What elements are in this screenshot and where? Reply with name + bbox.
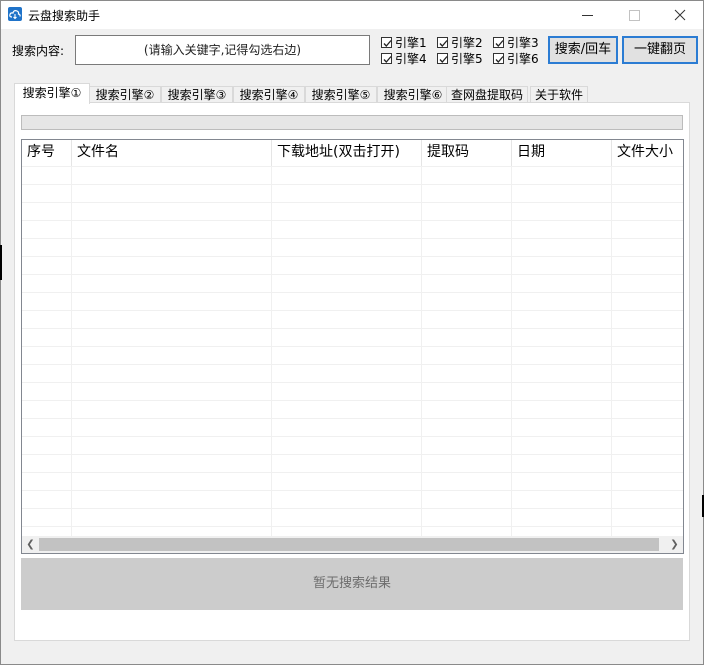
- title-bar[interactable]: 云盘搜索助手: [1, 1, 703, 29]
- engine-checkbox-5[interactable]: 引擎5: [437, 52, 489, 67]
- engine-checkbox-label: 引擎1: [395, 36, 427, 50]
- grid-row-line: [22, 256, 683, 257]
- grid-row-line: [22, 238, 683, 239]
- column-header[interactable]: 提取码: [422, 140, 512, 166]
- tab-6[interactable]: 搜索引擎⑥: [377, 86, 449, 103]
- checkbox-icon[interactable]: [381, 53, 392, 64]
- cloud-drive-icon: [8, 7, 22, 21]
- column-header[interactable]: 序号: [22, 140, 72, 166]
- engine-checkbox-label: 引擎6: [507, 52, 539, 66]
- grid-row-line: [22, 418, 683, 419]
- grid-row-line: [22, 472, 683, 473]
- grid-row-line: [22, 454, 683, 455]
- grid-column-line: [271, 166, 272, 536]
- engine-checkbox-1[interactable]: 引擎1: [381, 36, 433, 51]
- engine-checkbox-3[interactable]: 引擎3: [493, 36, 545, 51]
- horizontal-scrollbar[interactable]: ❮ ❯: [22, 536, 683, 553]
- grid-row-line: [22, 220, 683, 221]
- tab-panel: 序号 文件名 下载地址(双击打开) 提取码 日期 文件大小 ❮ ❯ 暂无搜索结果: [14, 102, 690, 641]
- tab-4[interactable]: 搜索引擎④: [233, 86, 305, 103]
- grid-row-line: [22, 364, 683, 365]
- engine-checkbox-6[interactable]: 引擎6: [493, 52, 545, 67]
- maximize-button[interactable]: [611, 1, 657, 29]
- checkbox-icon[interactable]: [381, 37, 392, 48]
- search-button[interactable]: 搜索/回车: [548, 36, 618, 64]
- column-header[interactable]: 下载地址(双击打开): [272, 140, 422, 166]
- window-title: 云盘搜索助手: [28, 9, 101, 23]
- grid-column-line: [511, 166, 512, 536]
- minimize-button[interactable]: [565, 1, 611, 29]
- search-label: 搜索内容:: [12, 44, 65, 58]
- app-window: 云盘搜索助手 搜索内容: 引擎1 引擎2 引擎3 引擎4 引擎5 引擎6 搜索/回车 一键…: [0, 0, 704, 665]
- background-window-edge: [0, 245, 2, 280]
- search-input[interactable]: [75, 35, 370, 65]
- grid-row-line: [22, 184, 683, 185]
- close-icon: [674, 9, 686, 21]
- grid-row-line: [22, 166, 683, 167]
- grid-row-line: [22, 508, 683, 509]
- engine-checkbox-label: 引擎2: [451, 36, 483, 50]
- flip-page-button[interactable]: 一键翻页: [622, 36, 698, 64]
- tab-7[interactable]: 查网盘提取码: [446, 86, 528, 103]
- engine-checkbox-label: 引擎4: [395, 52, 427, 66]
- no-result-status: 暂无搜索结果: [21, 558, 683, 610]
- grid-row-line: [22, 490, 683, 491]
- checkbox-icon[interactable]: [437, 37, 448, 48]
- close-button[interactable]: [657, 1, 703, 29]
- grid-row-line: [22, 436, 683, 437]
- checkbox-icon[interactable]: [437, 53, 448, 64]
- search-progress-bar: [21, 115, 683, 130]
- grid-row-line: [22, 526, 683, 527]
- minimize-icon: [582, 15, 593, 16]
- engine-checkbox-2[interactable]: 引擎2: [437, 36, 489, 51]
- tab-1[interactable]: 搜索引擎①: [14, 83, 90, 104]
- grid-column-line: [421, 166, 422, 536]
- results-table[interactable]: 序号 文件名 下载地址(双击打开) 提取码 日期 文件大小 ❮ ❯: [21, 139, 684, 554]
- grid-row-line: [22, 292, 683, 293]
- grid-row-line: [22, 310, 683, 311]
- grid-row-line: [22, 202, 683, 203]
- tab-3[interactable]: 搜索引擎③: [161, 86, 233, 103]
- grid-column-line: [611, 166, 612, 536]
- scroll-left-icon[interactable]: ❮: [22, 536, 39, 553]
- column-header[interactable]: 文件名: [72, 140, 272, 166]
- scroll-right-icon[interactable]: ❯: [666, 536, 683, 553]
- checkbox-icon[interactable]: [493, 53, 504, 64]
- checkbox-icon[interactable]: [493, 37, 504, 48]
- engine-checkbox-4[interactable]: 引擎4: [381, 52, 433, 67]
- engine-checkbox-label: 引擎3: [507, 36, 539, 50]
- grid-row-line: [22, 400, 683, 401]
- grid-row-line: [22, 274, 683, 275]
- engine-checkbox-label: 引擎5: [451, 52, 483, 66]
- scrollbar-thumb[interactable]: [39, 538, 659, 551]
- maximize-icon: [629, 10, 640, 21]
- table-body[interactable]: [22, 166, 683, 536]
- grid-row-line: [22, 382, 683, 383]
- grid-row-line: [22, 346, 683, 347]
- tab-5[interactable]: 搜索引擎⑤: [305, 86, 377, 103]
- column-header[interactable]: 日期: [512, 140, 612, 166]
- grid-column-line: [71, 166, 72, 536]
- table-header: 序号 文件名 下载地址(双击打开) 提取码 日期 文件大小: [22, 140, 683, 166]
- column-header[interactable]: 文件大小: [612, 140, 683, 166]
- tab-8[interactable]: 关于软件: [530, 86, 588, 103]
- grid-row-line: [22, 328, 683, 329]
- tab-2[interactable]: 搜索引擎②: [89, 86, 161, 103]
